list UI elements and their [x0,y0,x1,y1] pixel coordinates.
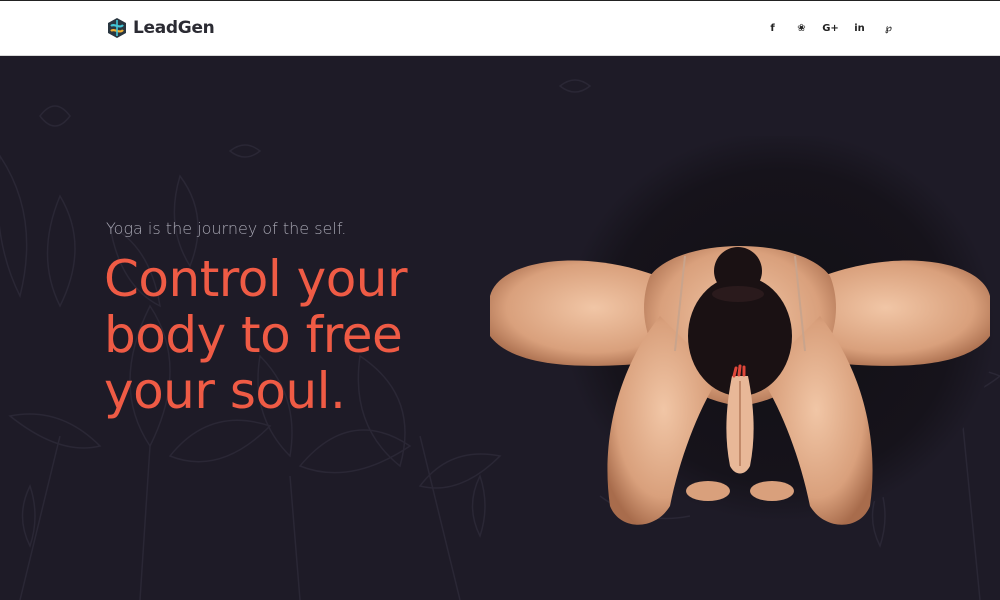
headline-line: body to free [104,306,403,364]
pinterest-icon[interactable]: ℘ [874,22,903,36]
brand-name: LeadGen [133,18,215,38]
linkedin-icon[interactable]: in [845,22,874,36]
hero-section: Yoga is the journey of the self. Control… [0,56,1000,600]
headline-line: your soul. [104,362,346,420]
twitter-icon[interactable]: ❀ [787,22,816,36]
facebook-icon[interactable]: f [758,22,787,36]
yoga-pose-image [490,136,995,525]
site-header: LeadGen f ❀ G+ in ℘ [0,0,1000,56]
social-links: f ❀ G+ in ℘ [758,22,903,36]
brand-logo[interactable]: LeadGen [106,17,215,39]
logo-mark-icon [108,18,126,38]
hero-tagline: Yoga is the journey of the self. [106,219,347,238]
hero-headline: Control your body to free your soul. [104,251,484,419]
headline-line: Control your [104,250,408,308]
google-plus-icon[interactable]: G+ [816,22,845,36]
